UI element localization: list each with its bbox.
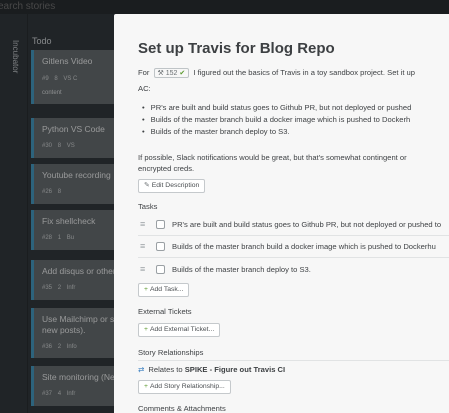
task-checkbox[interactable] [156,220,165,229]
task-row: ≡ Builds of the master branch build a do… [140,240,449,254]
add-story-relationship-button[interactable]: + Add Story Relationship... [138,380,231,394]
plus-icon: + [144,383,148,390]
description-line: For ⚒ 152 ✔ I figured out the basics of … [138,68,415,78]
bullet-item: PR's are built and build status goes to … [142,102,412,114]
plus-icon: + [144,326,148,333]
task-text[interactable]: Builds of the master branch build a dock… [172,242,436,251]
task-divider [138,235,449,236]
check-circle-icon: ✔ [179,70,186,77]
description-bullets: PR's are built and build status goes to … [142,102,412,138]
task-checkbox[interactable] [156,265,165,274]
pencil-icon: ✎ [144,182,150,189]
description-line: If possible, Slack notifications would b… [138,153,407,162]
tasks-heading: Tasks [138,202,158,211]
description-text: I figured out the basics of Travis in a … [193,68,415,77]
relationship-row[interactable]: ⇄ Relates to SPIKE - Figure out Travis CI [138,365,285,374]
add-external-ticket-label: Add External Ticket... [149,326,215,333]
add-external-ticket-button[interactable]: + Add External Ticket... [138,323,221,337]
relates-prefix: Relates to [148,365,183,374]
story-title[interactable]: Set up Travis for Blog Repo [138,40,335,57]
plus-icon: + [144,286,148,293]
add-task-label: Add Task... [149,286,184,293]
relationships-divider [138,360,449,361]
story-id: 152 [165,70,178,77]
for-label: For [138,68,150,77]
description-line: encrypted creds. [138,164,195,173]
task-row: ≡ Builds of the master branch deploy to … [140,263,449,277]
ac-label: AC: [138,84,151,93]
bullet-item: Builds of the master branch deploy to S3… [142,126,411,138]
story-id-badge[interactable]: ⚒ 152 ✔ [153,68,190,78]
related-story-link[interactable]: SPIKE - Figure out Travis CI [185,365,285,374]
edit-description-label: Edit Description [151,182,200,189]
wrench-icon: ⚒ [157,70,164,77]
story-dialog: Set up Travis for Blog Repo For ⚒ 152 ✔ … [114,14,449,413]
task-divider [138,257,449,258]
edit-description-button[interactable]: ✎ Edit Description [138,179,206,193]
external-tickets-heading: External Tickets [138,307,192,316]
drag-handle-icon[interactable]: ≡ [140,242,145,251]
bullet-item: Builds of the master branch build a dock… [142,114,411,126]
task-text[interactable]: Builds of the master branch deploy to S3… [172,265,311,274]
arrows-icon: ⇄ [138,365,145,374]
add-task-button[interactable]: + Add Task... [138,283,190,297]
task-checkbox[interactable] [156,242,165,251]
task-text[interactable]: PR's are built and build status goes to … [172,220,441,229]
drag-handle-icon[interactable]: ≡ [140,265,145,274]
story-relationships-heading: Story Relationships [138,348,204,357]
drag-handle-icon[interactable]: ≡ [140,220,145,229]
comments-heading: Comments & Attachments [138,404,226,413]
task-row: ≡ PR's are built and build status goes t… [140,218,449,232]
add-story-relationship-label: Add Story Relationship... [149,383,225,390]
